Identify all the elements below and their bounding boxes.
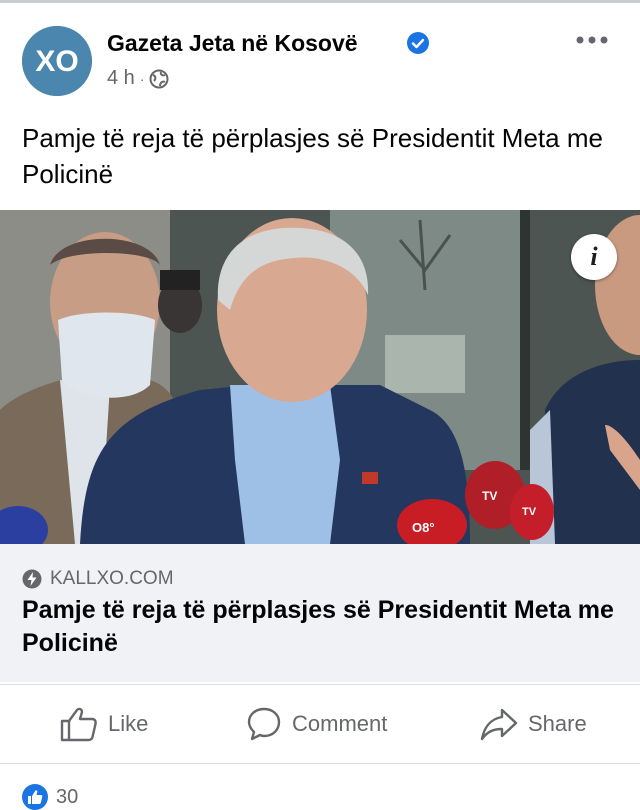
thumbs-up-small-icon — [28, 790, 43, 804]
info-icon[interactable]: i — [571, 234, 617, 280]
share-icon — [480, 708, 518, 741]
share-label: Share — [528, 711, 587, 736]
mic-label-1: O8° — [412, 520, 435, 535]
like-reaction-icon — [22, 784, 48, 810]
comment-icon — [247, 707, 281, 741]
post-text: Pamje të reja të përplasjes së President… — [22, 123, 603, 189]
page-avatar[interactable]: XO — [22, 26, 92, 96]
post-time[interactable]: 4 h — [107, 67, 135, 90]
post-meta: 4 h · — [107, 67, 169, 90]
reactions-summary[interactable]: 30 — [22, 784, 78, 810]
comment-button[interactable]: Comment — [246, 706, 387, 742]
avatar-logo: XO — [22, 26, 92, 96]
reaction-count: 30 — [56, 785, 79, 808]
photo-scene: O8° TV TV — [0, 210, 640, 544]
comment-label: Comment — [292, 711, 388, 736]
like-label: Like — [108, 711, 149, 736]
like-button[interactable]: Like — [60, 706, 148, 742]
page-name[interactable]: Gazeta Jeta në Kosovë — [107, 30, 358, 57]
thumbs-up-icon — [60, 707, 97, 742]
more-options-icon[interactable] — [575, 33, 609, 47]
mic-label-3: TV — [522, 506, 537, 518]
link-title[interactable]: Pamje të reja të përplasjes së President… — [22, 594, 632, 660]
globe-icon — [149, 69, 169, 88]
meta-separator: · — [139, 70, 145, 87]
post-header: XO Gazeta Jeta në Kosovë 4 h · — [0, 3, 640, 113]
share-button[interactable]: Share — [480, 706, 587, 742]
verified-badge-icon — [407, 32, 429, 54]
link-domain: KALLXO.COM — [50, 568, 174, 589]
link-domain-row: KALLXO.COM — [22, 568, 174, 590]
bolt-icon — [22, 569, 42, 589]
action-bar: Like Comment Share — [0, 684, 640, 764]
post-photo[interactable]: O8° TV TV — [0, 210, 640, 544]
mic-label-2: TV — [482, 489, 497, 503]
avatar-logo-text: XO — [35, 45, 78, 78]
